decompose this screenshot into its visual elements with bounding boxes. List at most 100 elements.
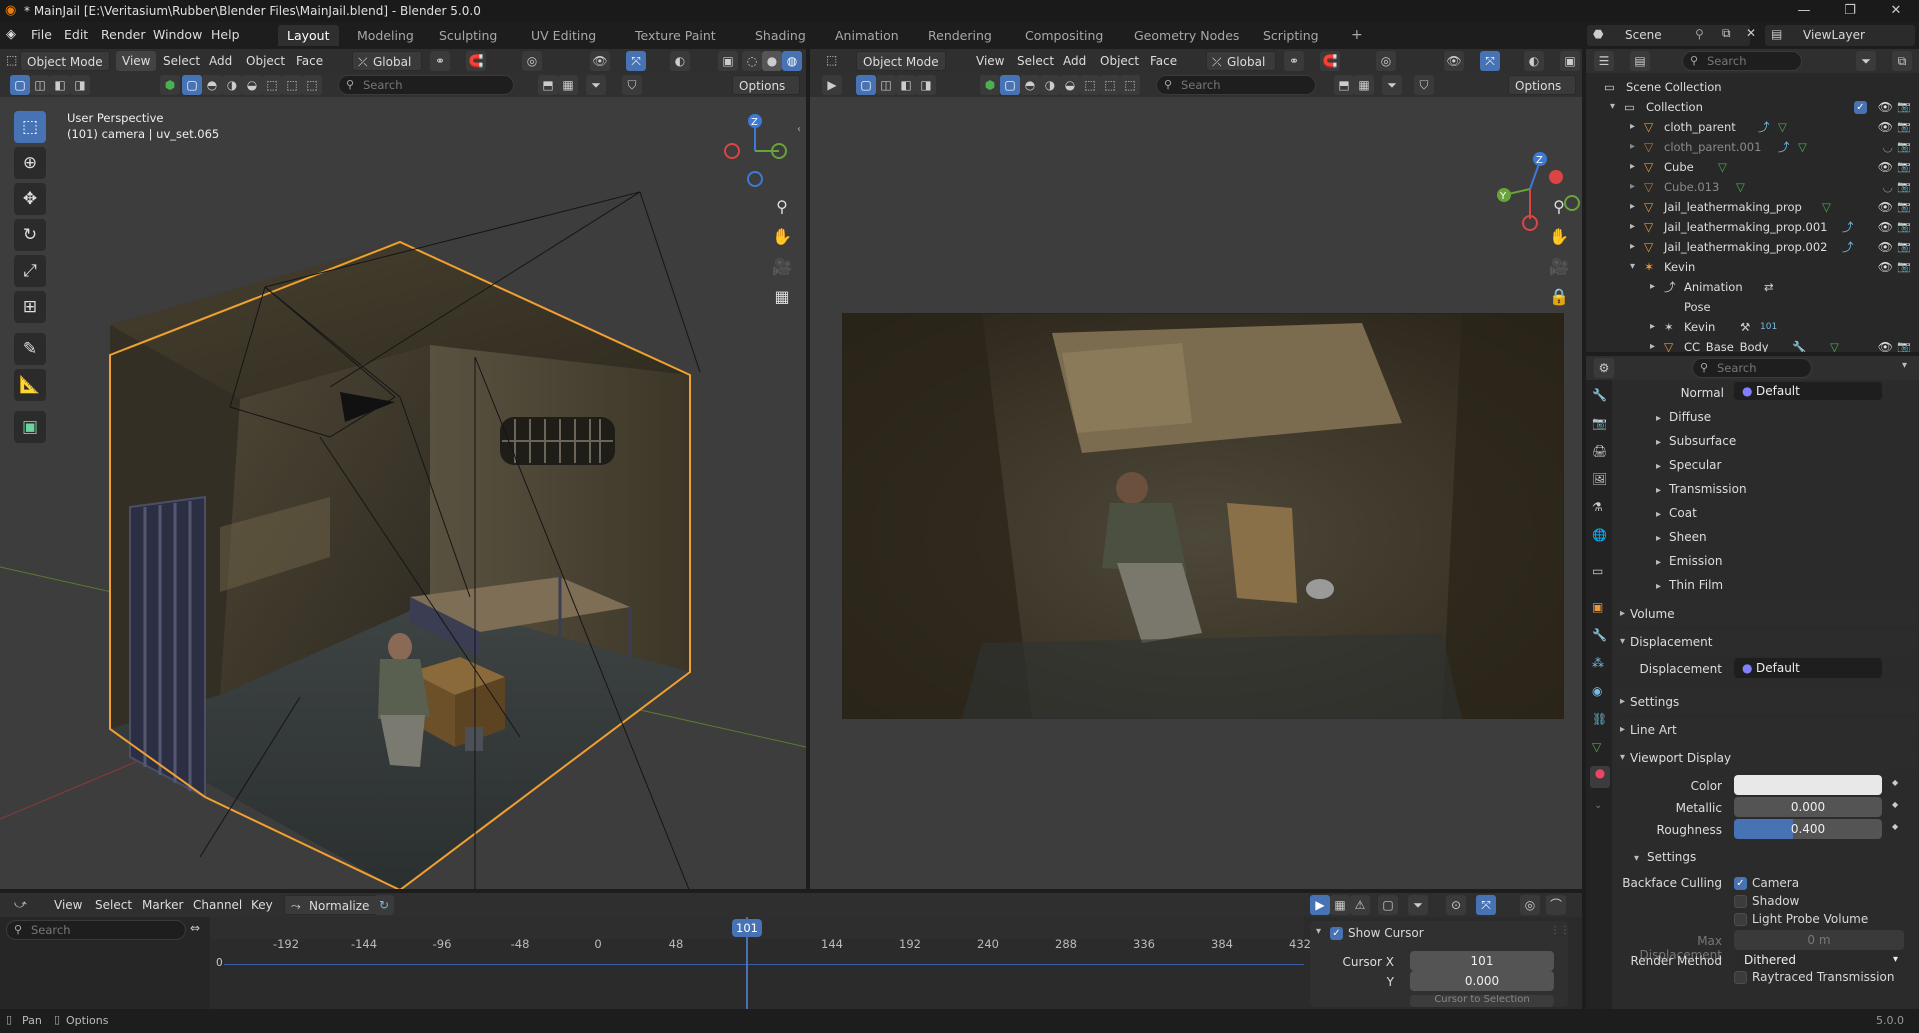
tool-tab-icon[interactable]: 🔧 [1592, 388, 1607, 402]
filter-funnel-icon[interactable]: ⏷ [1408, 895, 1428, 915]
lock-icon[interactable]: 🔒 [1546, 284, 1572, 310]
subpanel-subsurface[interactable]: ▸ Subsurface [1656, 434, 1736, 448]
tree-object-row[interactable]: ▸ ▽ Jail_leathermaking_prop.001 ⤴ 👁 📷 [1586, 217, 1919, 237]
display-mode-icon[interactable]: ▦ [558, 75, 578, 95]
chevron-right-icon[interactable]: ▸ [1650, 317, 1655, 337]
menu-face[interactable]: Face [1144, 51, 1183, 71]
menu-view[interactable]: View [48, 895, 88, 915]
tab-scripting[interactable]: Scripting [1254, 25, 1328, 46]
tree-object-row[interactable]: ▸ ▽ Cube.013 ▽ ◡ 📷 [1586, 177, 1919, 197]
tab-sculpting[interactable]: Sculpting [430, 25, 506, 46]
transform-orientation-dropdown[interactable]: ⤫ Global [352, 51, 422, 71]
select-mode-new-icon[interactable]: ▢ [10, 75, 30, 95]
camera-icon[interactable]: 📷 [1897, 337, 1911, 352]
panel-viewport-display[interactable]: ▾ Viewport Display [1616, 746, 1916, 770]
falloff-icon[interactable]: ⌒ [1546, 895, 1566, 915]
panel-displacement[interactable]: ▾ Displacement [1616, 630, 1916, 654]
tree-child-row[interactable]: ▸ ✶ Kevin ⚒ 101 [1586, 317, 1919, 337]
only-selected-icon[interactable]: ▶ [1310, 895, 1330, 915]
shading-sphere-3-icon[interactable]: ◒ [242, 75, 262, 95]
scale-tool[interactable]: ⤢ [14, 255, 46, 287]
visibility-icon[interactable]: 👁 [590, 51, 610, 71]
panel-volume[interactable]: ▸ Volume [1616, 602, 1916, 626]
properties-editor-type-icon[interactable]: ⚙ [1594, 358, 1614, 378]
tab-uv-editing[interactable]: UV Editing [522, 25, 605, 46]
subpanel-settings[interactable]: ▾ Settings [1634, 850, 1696, 864]
select-mode-intersect-icon[interactable]: ◨ [70, 75, 90, 95]
chevron-right-icon[interactable]: ▸ [1630, 117, 1635, 137]
show-cursor-checkbox[interactable]: ✓ [1330, 927, 1343, 940]
camera-view-icon[interactable]: 🎥 [1546, 254, 1572, 280]
camera-icon[interactable]: 📷 [1897, 137, 1911, 157]
keyframe-dot-icon[interactable]: ◆ [1892, 778, 1898, 787]
add-cube-tool[interactable]: ▣ [14, 411, 46, 443]
cursor-x-field[interactable]: 101 [1410, 951, 1554, 971]
measure-tool[interactable]: 📐 [14, 369, 46, 401]
tree-child-row[interactable]: ▸ ⤴ Animation ⇄ [1586, 277, 1919, 297]
particles-tab-icon[interactable]: ⁂ [1592, 656, 1604, 670]
object-tab-icon[interactable]: ▣ [1592, 600, 1603, 614]
playhead-frame-box[interactable]: 101 [732, 919, 762, 937]
minimize-button[interactable]: — [1781, 0, 1827, 22]
tab-modeling[interactable]: Modeling [348, 25, 423, 46]
overlays-icon[interactable]: ◐ [1524, 51, 1544, 71]
pivot-icon[interactable]: ⚭ [430, 51, 450, 71]
camera-icon[interactable]: 📷 [1897, 257, 1911, 277]
viewport-left[interactable]: ⬚ Object Mode View Select Add Object Fac… [0, 49, 806, 889]
render-method-dropdown[interactable]: Dithered ▾ [1734, 950, 1904, 970]
select-mode-intersect-icon[interactable]: ◨ [916, 75, 936, 95]
camera-render-view[interactable] [842, 313, 1564, 719]
display-mode-icon[interactable]: ▦ [1354, 75, 1374, 95]
collection-tab-icon[interactable]: ▭ [1592, 564, 1603, 578]
shading-sphere-2-icon[interactable]: ◑ [1040, 75, 1060, 95]
filter-funnel-icon[interactable]: ⏷ [586, 75, 606, 95]
transform-tool[interactable]: ⊞ [14, 291, 46, 323]
pan-hand-icon[interactable]: ✋ [1546, 224, 1572, 250]
eye-hidden-icon[interactable]: ◡ [1883, 137, 1893, 157]
displacement-field[interactable]: ● Default [1734, 658, 1882, 678]
menu-key[interactable]: Key [245, 895, 279, 915]
tab-animation[interactable]: Animation [826, 25, 908, 46]
ortho-grid-icon[interactable]: ▦ [769, 284, 795, 310]
output-tab-icon[interactable]: 🖨 [1592, 444, 1607, 458]
subpanel-transmission[interactable]: ▸ Transmission [1656, 482, 1747, 496]
chevron-down-icon[interactable]: ▾ [1316, 926, 1321, 937]
physics-tab-icon[interactable]: ◉ [1592, 684, 1602, 698]
annotate-tool[interactable]: ✎ [14, 333, 46, 365]
select-mode-subtract-icon[interactable]: ◧ [50, 75, 70, 95]
color-attribute-icon[interactable]: ⬢ [980, 75, 1000, 95]
world-tab-icon[interactable]: 🌐 [1592, 528, 1607, 542]
menu-render[interactable]: Render [101, 27, 146, 42]
tree-child-row[interactable]: Pose [1586, 297, 1919, 317]
exclude-checkbox[interactable]: ✓ [1854, 101, 1867, 114]
auto-snap-icon[interactable]: ⤧ [1476, 895, 1496, 915]
viewport-right[interactable]: ⬚ Object Mode View Select Add Object Fac… [810, 49, 1582, 889]
select-mode-new-icon[interactable]: ▢ [856, 75, 876, 95]
color-swatch[interactable] [1734, 775, 1882, 795]
filter-icon-b[interactable]: ⬚ [1100, 75, 1120, 95]
blender-menu-icon[interactable]: ◈ [6, 27, 16, 42]
filter-icon-a[interactable]: ⬚ [262, 75, 282, 95]
filter-icon-a[interactable]: ⬚ [1080, 75, 1100, 95]
menu-window[interactable]: Window [153, 27, 202, 42]
channel-search[interactable]: ⚲ Search [6, 920, 186, 940]
view-layer-selector[interactable]: ▤ ViewLayer [1765, 25, 1915, 46]
tree-object-row[interactable]: ▸ ▽ cloth_parent ⤴ ▽ 👁 📷 [1586, 117, 1919, 137]
camera-icon[interactable]: 📷 [1897, 237, 1911, 257]
constraints-tab-icon[interactable]: ⛓ [1592, 712, 1607, 726]
new-scene-icon[interactable]: ⧉ [1722, 26, 1731, 41]
shield-icon[interactable]: ⛉ [622, 75, 642, 95]
eye-icon[interactable]: 👁 [1878, 97, 1893, 117]
panel-line-art[interactable]: ▸ Line Art [1616, 718, 1916, 742]
menu-face[interactable]: Face [290, 51, 329, 71]
editor-type-icon[interactable]: ⬚ [826, 53, 837, 67]
gizmo-icon[interactable]: ⤧ [1480, 51, 1500, 71]
zoom-icon[interactable]: ⚲ [1546, 194, 1572, 220]
tree-collection[interactable]: ▾ ▭ Collection ✓ 👁 📷 [1586, 97, 1919, 117]
tab-geometry-nodes[interactable]: Geometry Nodes [1125, 25, 1248, 46]
camera-icon[interactable]: 📷 [1897, 197, 1911, 217]
rotate-tool[interactable]: ↻ [14, 219, 46, 251]
eye-icon[interactable]: 👁 [1878, 157, 1893, 177]
tree-object-row[interactable]: ▾ ✶ Kevin 👁 📷 [1586, 257, 1919, 277]
subpanel-thin-film[interactable]: ▸ Thin Film [1656, 578, 1723, 592]
